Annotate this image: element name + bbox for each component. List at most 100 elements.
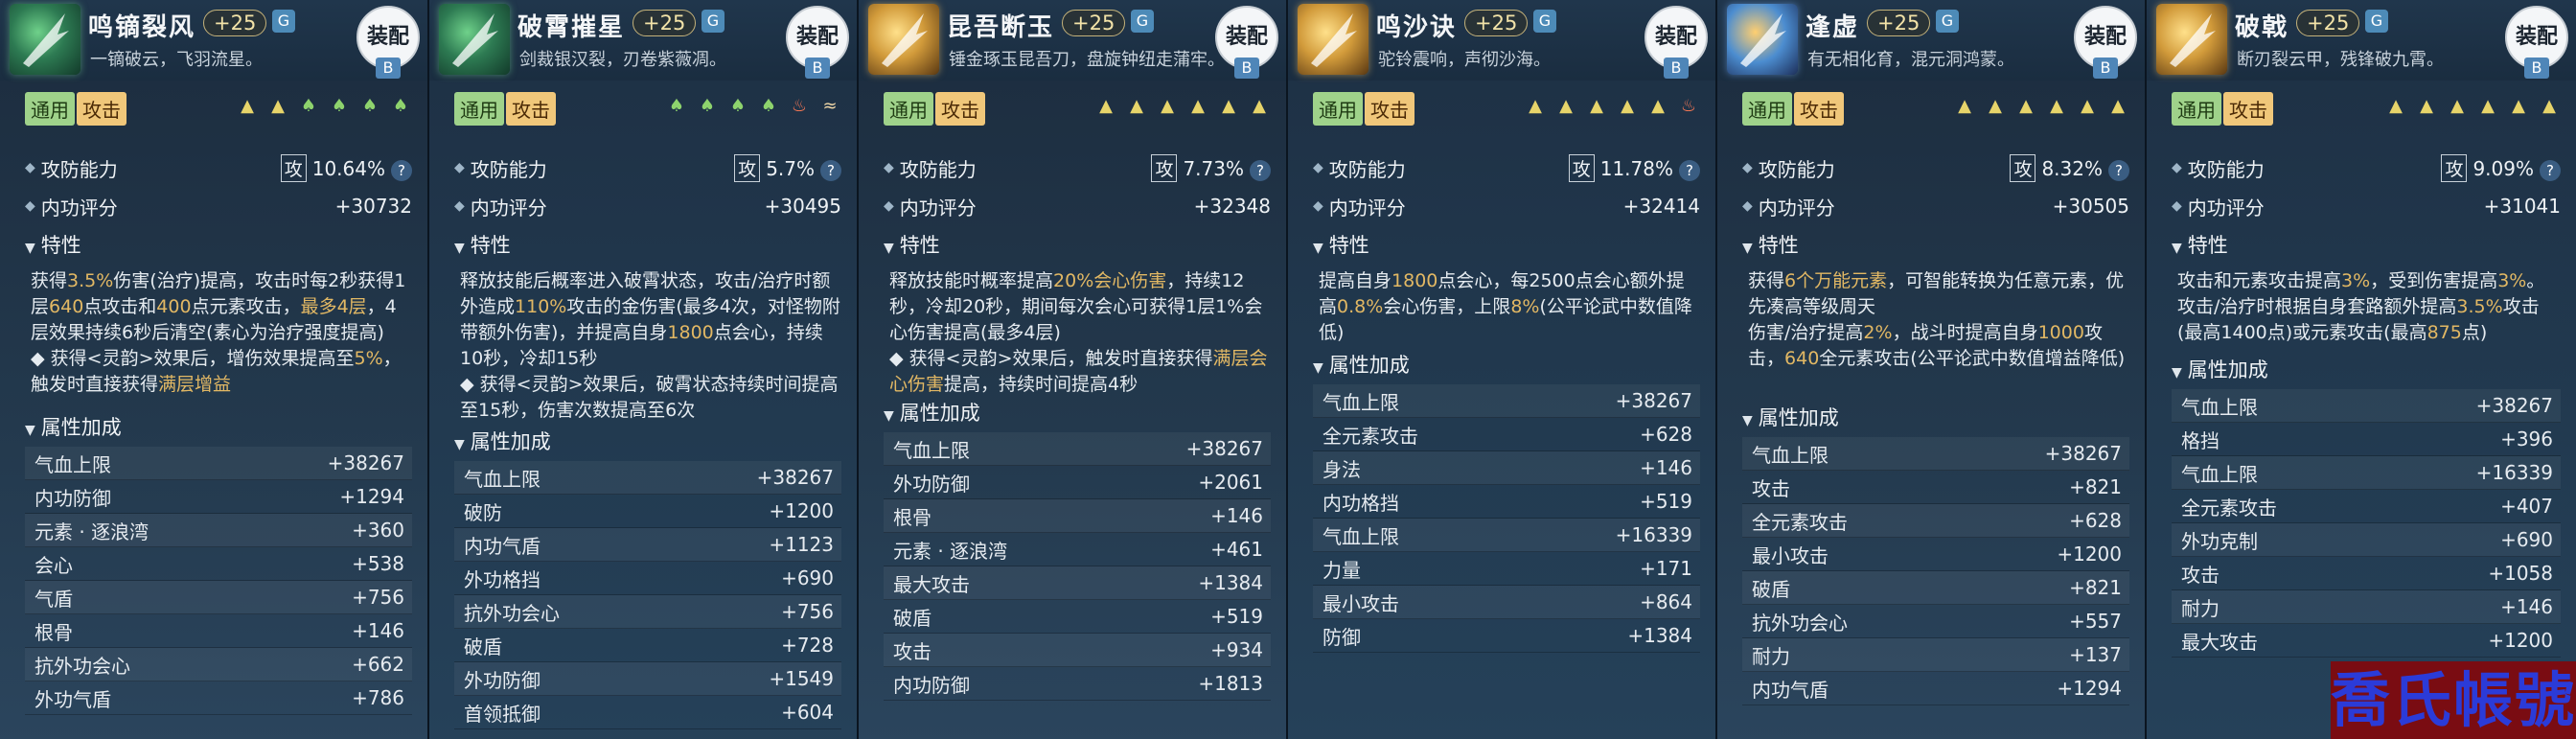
tag-attack[interactable]: 攻击 — [77, 92, 126, 126]
attr-row: 外功防御 +2061 — [884, 466, 1271, 499]
tag-group: 通用 攻击 — [1742, 92, 1846, 126]
attr-value: +360 — [352, 519, 404, 542]
collapse-triangle-icon: ▼ — [1313, 360, 1323, 376]
attr-value: +1549 — [769, 667, 834, 690]
diamond-icon: ◆ — [1313, 198, 1323, 214]
level-badge: +25 — [2296, 10, 2360, 36]
attr-name: 全元素攻击 — [2181, 496, 2277, 520]
attr-row: 攻击 +821 — [1742, 471, 2129, 504]
help-icon[interactable]: ? — [1679, 159, 1700, 181]
attr-name: 气血上限 — [1752, 443, 1828, 467]
trait-section-header[interactable]: ▼ 特性 — [1742, 230, 1799, 259]
leaf-orb-icon: ♠ — [668, 95, 685, 116]
atk-def-row: ◆ 攻防能力 攻 8.32%? — [1742, 151, 2129, 184]
item-name: 昆吾断玉 — [947, 13, 1055, 42]
attr-value: +728 — [781, 634, 834, 657]
tag-general[interactable]: 通用 — [1742, 92, 1792, 126]
help-icon[interactable]: ? — [820, 159, 841, 181]
tag-general[interactable]: 通用 — [454, 92, 504, 126]
tag-attack[interactable]: 攻击 — [506, 92, 556, 126]
attr-row: 攻击 +1058 — [2172, 557, 2561, 590]
tag-attack[interactable]: 攻击 — [2223, 92, 2273, 126]
trait-section-header[interactable]: ▼ 特性 — [25, 230, 81, 259]
tag-general[interactable]: 通用 — [25, 92, 75, 126]
attr-value: +1058 — [2488, 562, 2553, 585]
attr-value: +146 — [352, 619, 404, 642]
attr-section-header[interactable]: ▼ 属性加成 — [1742, 403, 1839, 431]
gear-card[interactable]: 鸣沙诀 +25 G 驼铃震响，声彻沙海。 装配 B 通用 攻击 ▲ ▲ ▲ ▲ ▲ ♨ ◆ 攻防能力攻 11.7… — [1288, 0, 1717, 739]
tag-attack[interactable]: 攻击 — [1794, 92, 1844, 126]
tag-general[interactable]: 通用 — [2172, 92, 2221, 126]
attr-row: 外功克制 +690 — [2172, 523, 2561, 557]
inner-score-value: +31041 — [2483, 195, 2561, 218]
equip-grade-badge: B — [1234, 58, 1259, 79]
gem-icon: G — [1131, 10, 1154, 33]
attr-row: 外功防御 +1549 — [454, 662, 841, 696]
attr-section-header[interactable]: ▼ 属性加成 — [2172, 355, 2268, 383]
attr-row: 气血上限 +38267 — [884, 432, 1271, 466]
tag-attack[interactable]: 攻击 — [935, 92, 985, 126]
atk-box-icon: 攻 — [734, 153, 761, 182]
collapse-triangle-icon: ▼ — [1742, 241, 1753, 256]
card-header: 逢虚 +25 G 有无相化育，混元洞鸿蒙。 装配 B — [1717, 0, 2145, 81]
element-orbs: ▲ ▲ ▲ ▲ ▲ ▲ — [1094, 94, 1271, 117]
attr-list: 气血上限 +38267 格挡 +396 气血上限 +16339 全元素攻击 +407 外功克制 +… — [2172, 389, 2561, 658]
attr-list: 气血上限 +38267 外功防御 +2061 根骨 +146 元素 · 逐浪湾 +461 最大攻… — [884, 432, 1271, 701]
tag-group: 通用 攻击 — [884, 92, 987, 126]
attr-value: +864 — [1640, 590, 1692, 613]
attr-row: 防御 +1384 — [1313, 619, 1700, 653]
help-icon[interactable]: ? — [1250, 159, 1271, 181]
attr-name: 身法 — [1322, 457, 1361, 481]
tag-group: 通用 攻击 — [2172, 92, 2275, 126]
attr-row: 外功气盾 +786 — [25, 681, 412, 715]
attr-name: 攻击 — [893, 639, 932, 663]
help-icon[interactable]: ? — [2108, 159, 2129, 181]
inner-score-value: +30495 — [764, 195, 841, 218]
trait-section-header[interactable]: ▼ 特性 — [2172, 230, 2228, 259]
triangle-orb-icon: ▲ — [2481, 95, 2495, 116]
attr-value: +1294 — [2057, 677, 2122, 700]
attr-name: 首领抵御 — [464, 702, 540, 726]
diamond-icon: ◆ — [2172, 198, 2182, 214]
tag-general[interactable]: 通用 — [884, 92, 933, 126]
attr-name: 气血上限 — [1322, 390, 1399, 414]
attr-value: +557 — [2069, 610, 2122, 633]
gear-card[interactable]: 昆吾断玉 +25 G 锤金琢玉昆吾刀，盘旋钟纽走蒲牢。 装配 B 通用 攻击 ▲ ▲ ▲ ▲ ▲ ▲ ◆ 攻防… — [859, 0, 1288, 739]
attr-row: 外功格挡 +690 — [454, 562, 841, 595]
attr-value: +756 — [781, 600, 834, 623]
attr-name: 外功防御 — [464, 668, 540, 692]
attr-section-header[interactable]: ▼ 属性加成 — [884, 398, 980, 427]
inner-score-label: 内功评分 — [1758, 196, 1835, 219]
gear-card[interactable]: 破霄摧星 +25 G 剑裁银汉裂，刃卷紫薇凋。 装配 B 通用 攻击 ♠ ♠ ♠ ♠ ♨ ≈ ◆ 攻防能力攻 5… — [429, 0, 859, 739]
attr-name: 内功格挡 — [1322, 491, 1399, 515]
help-icon[interactable]: ? — [2540, 159, 2561, 181]
card-header: 鸣沙诀 +25 G 驼铃震响，声彻沙海。 装配 B — [1288, 0, 1715, 81]
atk-def-row: ◆ 攻防能力 攻 7.73%? — [884, 151, 1271, 184]
attr-section-header[interactable]: ▼ 属性加成 — [1313, 350, 1410, 379]
attr-row: 气血上限 +38267 — [1313, 384, 1700, 418]
gear-card[interactable]: 鸣镝裂风 +25 G 一镝破云，飞羽流星。 装配 B 通用 攻击 ▲ ▲ ♠ ♠ ♠ ♠ ◆ 攻防能力攻 10.… — [0, 0, 429, 739]
attr-row: 攻击 +934 — [884, 634, 1271, 667]
trait-section-header[interactable]: ▼ 特性 — [1313, 230, 1369, 259]
green-star-icon — [439, 4, 510, 75]
trait-section-header[interactable]: ▼ 特性 — [884, 230, 940, 259]
attr-name: 内功防御 — [893, 673, 970, 697]
atk-def-value-group: 攻 11.78%? — [1568, 153, 1700, 182]
attr-name: 全元素攻击 — [1322, 424, 1418, 448]
triangle-orb-icon: ▲ — [1958, 95, 1971, 116]
gear-card[interactable]: 破戟 +25 G 断刃裂云甲，残锋破九霄。 装配 B 通用 攻击 ▲ ▲ ▲ ▲ ▲ ▲ ◆ 攻防能力攻 9.0… — [2147, 0, 2576, 739]
gear-card[interactable]: 逢虚 +25 G 有无相化育，混元洞鸿蒙。 装配 B 通用 攻击 ▲ ▲ ▲ ▲ ▲ ▲ ◆ 攻防能力攻 8.3… — [1717, 0, 2147, 739]
attr-section-header[interactable]: ▼ 属性加成 — [454, 427, 551, 455]
help-icon[interactable]: ? — [391, 159, 412, 181]
tag-general[interactable]: 通用 — [1313, 92, 1363, 126]
attr-name: 气血上限 — [893, 438, 970, 462]
attr-value: +756 — [352, 586, 404, 609]
tag-attack[interactable]: 攻击 — [1365, 92, 1414, 126]
triangle-orb-icon: ▲ — [1989, 95, 2002, 116]
attr-row: 内功气盾 +1294 — [1742, 672, 2129, 705]
attr-value: +1200 — [2057, 543, 2122, 566]
attr-name: 元素 · 逐浪湾 — [893, 539, 1008, 563]
trait-section-header[interactable]: ▼ 特性 — [454, 230, 511, 259]
triangle-orb-icon: ▲ — [2420, 95, 2433, 116]
attr-section-header[interactable]: ▼ 属性加成 — [25, 412, 122, 441]
